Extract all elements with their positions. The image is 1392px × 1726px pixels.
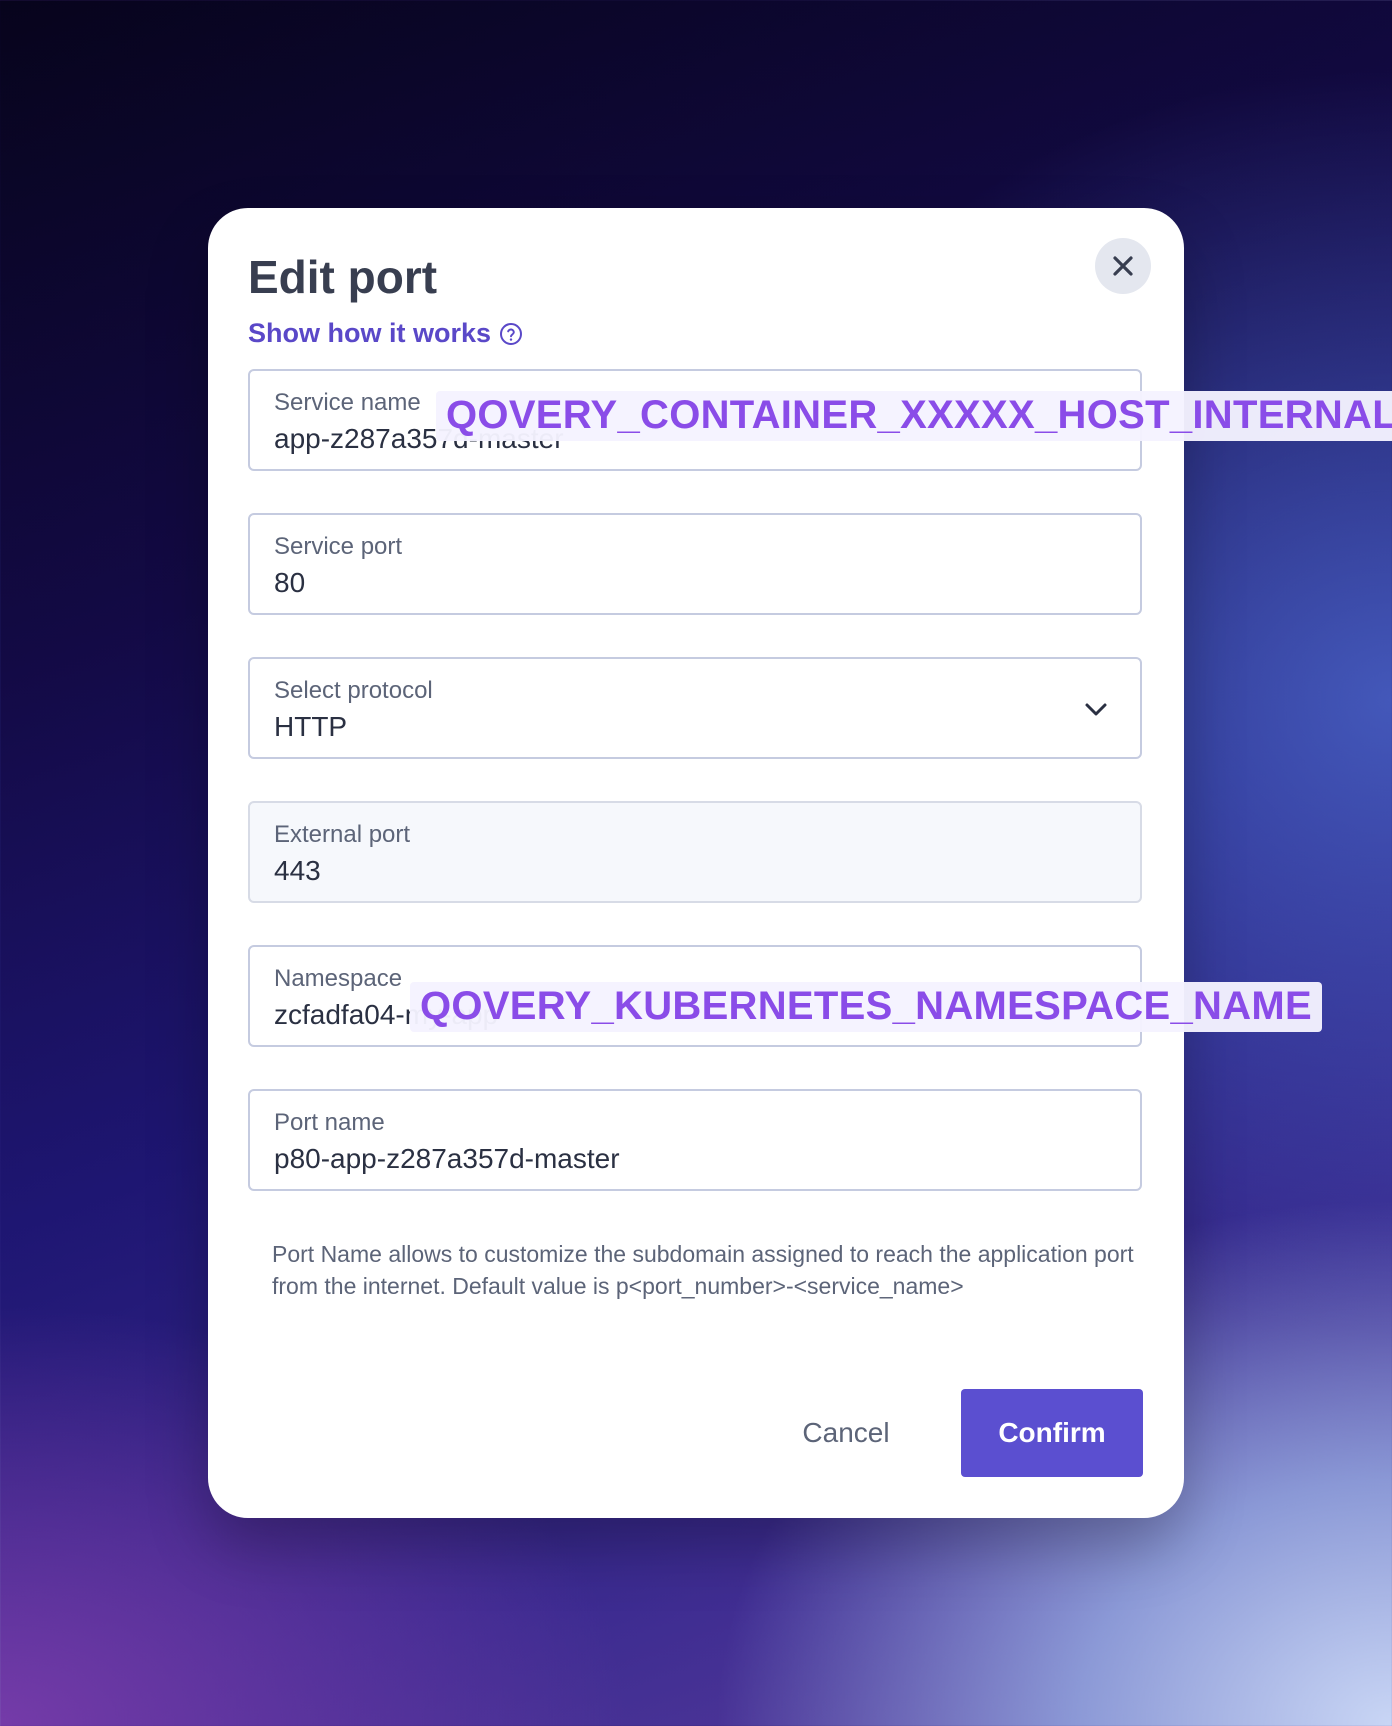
namespace-label: Namespace <box>274 965 403 992</box>
service-name-label: Service name <box>274 389 421 416</box>
cancel-button[interactable]: Cancel <box>768 1389 924 1477</box>
protocol-select[interactable]: Select protocol HTTP <box>248 657 1142 759</box>
show-how-it-works-link[interactable]: Show how it works <box>248 318 523 349</box>
service-port-label: Service port <box>274 533 403 560</box>
port-name-field[interactable]: Port name p80-app-z287a357d-master <box>248 1089 1142 1191</box>
service-port-value: 80 <box>274 567 306 598</box>
chevron-down-icon <box>1085 703 1107 716</box>
port-name-value: p80-app-z287a357d-master <box>274 1143 620 1174</box>
external-port-label: External port <box>274 821 411 848</box>
close-button[interactable] <box>1095 238 1151 294</box>
external-port-value: 443 <box>274 855 321 886</box>
host-internal-env-badge: QOVERY_CONTAINER_XXXXX_HOST_INTERNAL <box>436 391 1392 441</box>
help-link-label: Show how it works <box>248 318 492 348</box>
port-name-label: Port name <box>274 1109 385 1136</box>
confirm-button[interactable]: Confirm <box>961 1389 1143 1477</box>
service-port-field[interactable]: Service port 80 <box>248 513 1142 615</box>
external-port-field: External port 443 <box>248 801 1142 903</box>
port-name-hint: Port Name allows to customize the subdom… <box>272 1241 1134 1299</box>
question-circle-icon <box>500 322 523 345</box>
close-icon <box>1113 256 1133 276</box>
protocol-label: Select protocol <box>274 677 433 704</box>
protocol-value: HTTP <box>274 711 348 742</box>
namespace-env-badge: QOVERY_KUBERNETES_NAMESPACE_NAME <box>410 982 1322 1032</box>
modal-title: Edit port <box>248 251 438 303</box>
